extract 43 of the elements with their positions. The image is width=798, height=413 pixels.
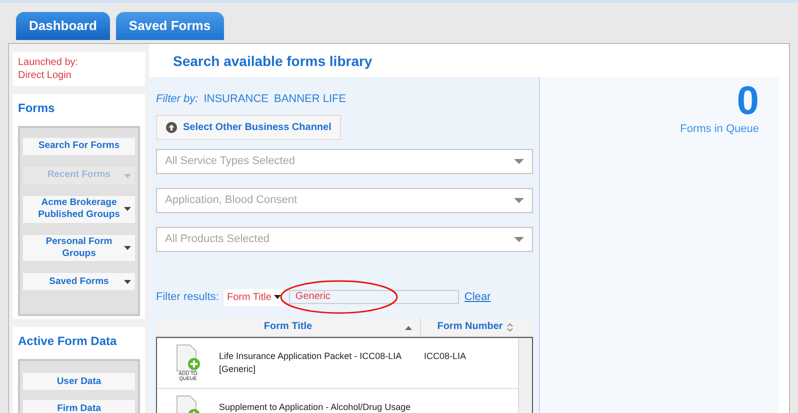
select-field[interactable]: All Service Types Selected — [156, 148, 533, 174]
caret-icon — [124, 246, 131, 250]
table-cell-text: Life Insurance Application Packet - ICC08-LIA [Generic] — [219, 350, 402, 376]
up-arrow-icon — [166, 122, 177, 132]
column-header[interactable]: Form Title — [156, 318, 421, 336]
launch-label: Launched by: — [18, 57, 80, 70]
nav-button[interactable]: Search For Forms — [23, 138, 135, 155]
caret-icon — [514, 158, 524, 164]
select-field[interactable]: All Products Selected — [156, 226, 533, 252]
filter-value[interactable]: BANNER LIFE — [274, 91, 346, 108]
queue-label: Forms in Queue — [679, 122, 759, 137]
sort-icon — [507, 322, 513, 332]
tab[interactable]: Saved Forms — [116, 12, 224, 40]
channel-button[interactable]: Select Other Business Channel — [156, 114, 342, 140]
filter-label: Filter by: — [156, 92, 198, 107]
nav-button[interactable]: Saved Forms — [23, 273, 135, 290]
filter-value[interactable]: INSURANCE — [204, 91, 268, 108]
caret-icon — [274, 295, 282, 299]
sort-icon — [405, 326, 412, 330]
nav-button[interactable]: Personal Form Groups — [23, 234, 135, 262]
launch-value: Direct Login — [18, 70, 72, 82]
caret-icon — [124, 207, 131, 212]
nav-button[interactable]: Firm Data — [23, 400, 135, 413]
field-select[interactable]: Form Title — [224, 288, 284, 306]
caret-icon — [514, 198, 524, 202]
column-header[interactable]: Form Number — [421, 318, 519, 336]
panel-title: Forms — [18, 100, 56, 117]
nav-button[interactable]: Acme Brokerage Published Groups — [23, 196, 135, 223]
clear-link[interactable]: Clear — [464, 288, 491, 306]
filter-results-label: Filter results: — [156, 290, 219, 305]
caret-icon — [124, 280, 131, 284]
tab[interactable]: Dashboard — [16, 12, 110, 40]
queue-count: 0 — [736, 81, 759, 121]
page-title: Search available forms library — [172, 52, 374, 71]
add-document-icon[interactable] — [175, 344, 201, 372]
select-field[interactable]: Application, Blood Consent — [156, 188, 533, 212]
caret-icon — [514, 236, 524, 242]
nav-button[interactable]: User Data — [23, 373, 135, 390]
caret-icon — [124, 174, 131, 178]
search-field[interactable]: Generic — [289, 290, 460, 304]
table-cell-text: ICC08-LIA — [424, 350, 466, 362]
panel-title: Active Form Data — [18, 333, 118, 350]
table-cell-text: Supplement to Application - Alcohol/Drug Usage — [219, 400, 412, 413]
